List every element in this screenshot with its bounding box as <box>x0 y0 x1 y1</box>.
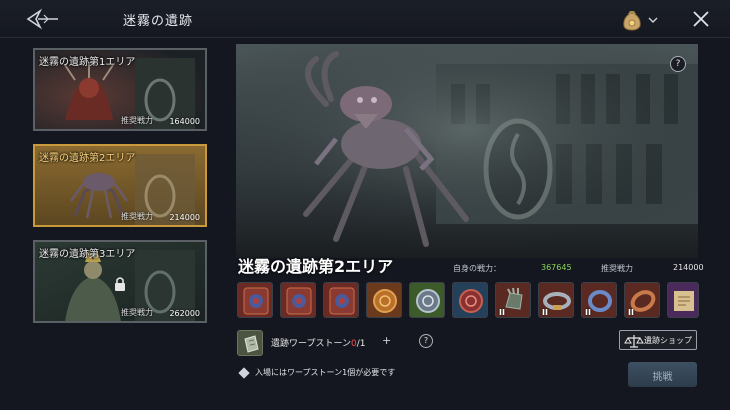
recommended-power-value: 164000 <box>169 117 200 126</box>
warp-stone-count: 遺跡ワープストーン0/1 <box>271 336 366 349</box>
shop-button-label: 遺跡ショップ <box>644 336 692 345</box>
reward-tier: II <box>542 308 548 317</box>
reward-item[interactable] <box>409 282 445 318</box>
area-card-3[interactable]: 迷霧の遺跡第3エリア 推奨戦力 262000 <box>33 240 207 323</box>
entry-requirement-note: 入場にはワープストーン1個が必要です <box>255 368 396 377</box>
self-power-value: 367645 <box>541 263 572 272</box>
currency-dropdown-button[interactable] <box>622 6 658 32</box>
stage-help-button[interactable]: ? <box>670 56 686 72</box>
scales-icon <box>624 335 644 348</box>
recommended-power-value: 262000 <box>169 309 200 318</box>
reward-item[interactable] <box>237 282 273 318</box>
stage-banner-image: ? <box>236 44 698 258</box>
monster-card-icon <box>243 287 269 315</box>
note-bullet-icon <box>238 367 250 379</box>
back-button[interactable] <box>22 6 62 32</box>
warp-stone-item[interactable] <box>237 330 263 356</box>
back-arrow-icon <box>26 8 58 30</box>
add-warp-stone-button[interactable]: + <box>382 334 391 347</box>
reward-item[interactable]: II <box>538 282 574 318</box>
reward-item[interactable] <box>452 282 488 318</box>
close-icon <box>693 11 709 27</box>
reward-item[interactable] <box>280 282 316 318</box>
ruins-boss-art <box>236 44 698 258</box>
warp-stone-total: /1 <box>356 339 366 349</box>
reward-item[interactable]: II <box>624 282 660 318</box>
top-bar: 迷霧の遺跡 <box>0 0 730 38</box>
recommended-power-label: 推奨戦力 <box>601 264 633 273</box>
recommended-power-value: 214000 <box>673 263 704 272</box>
area-name: 迷霧の遺跡第1エリア <box>39 57 136 68</box>
silver-coin-icon <box>416 289 440 313</box>
area-name: 迷霧の遺跡第2エリア <box>39 153 136 164</box>
monster-card-icon <box>286 287 312 315</box>
recommended-power-value: 214000 <box>169 213 200 222</box>
reward-item[interactable] <box>667 282 699 318</box>
lock-icon <box>115 277 125 291</box>
area-card-2[interactable]: 迷霧の遺跡第2エリア 推奨戦力 214000 <box>33 144 207 227</box>
reward-tier: II <box>628 308 634 317</box>
warp-stone-label: 遺跡ワープストーン <box>271 339 352 349</box>
page-title: 迷霧の遺跡 <box>123 14 194 29</box>
challenge-button-label: 挑戦 <box>652 372 673 383</box>
reward-tier: II <box>585 308 591 317</box>
monster-card-icon <box>329 287 355 315</box>
chevron-down-icon <box>648 17 658 23</box>
ruins-shop-button[interactable]: 遺跡ショップ <box>619 330 697 350</box>
reward-list: II II II II <box>237 282 699 318</box>
close-button[interactable] <box>690 8 712 30</box>
self-power-label: 自身の戦力： <box>453 264 501 273</box>
recommended-power-label: 推奨戦力 <box>121 212 153 221</box>
reward-item[interactable] <box>366 282 402 318</box>
area-name: 迷霧の遺跡第3エリア <box>39 249 136 260</box>
recommended-power-label: 推奨戦力 <box>121 116 153 125</box>
gold-coin-icon <box>373 289 397 313</box>
recommended-power-label: 推奨戦力 <box>121 308 153 317</box>
reward-tier: II <box>499 308 505 317</box>
area-card-1[interactable]: 迷霧の遺跡第1エリア 推奨戦力 164000 <box>33 48 207 131</box>
warp-help-button[interactable]: ? <box>419 334 433 348</box>
stage-title: 迷霧の遺跡第2エリア <box>238 257 394 276</box>
red-coin-icon <box>459 289 483 313</box>
challenge-button[interactable]: 挑戦 <box>628 362 697 387</box>
reward-item[interactable]: II <box>581 282 617 318</box>
reward-item[interactable] <box>323 282 359 318</box>
scroll-icon <box>674 291 694 311</box>
reward-item[interactable]: II <box>495 282 531 318</box>
warp-stone-icon <box>244 335 259 353</box>
